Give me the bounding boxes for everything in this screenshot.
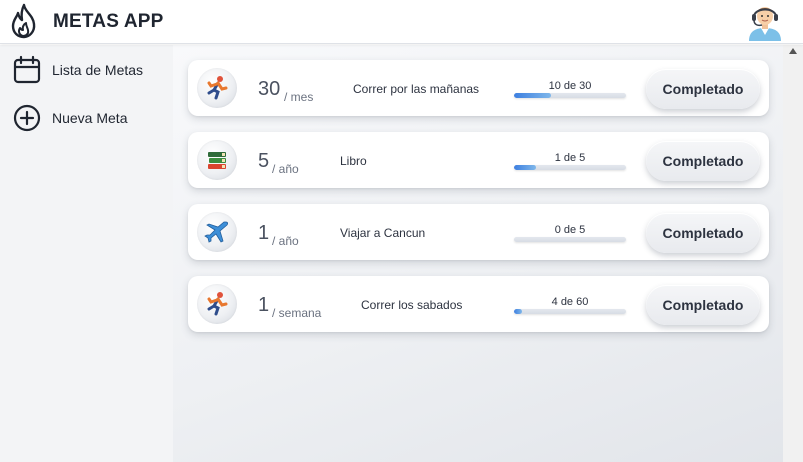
- goal-name: Correr los sabados: [361, 298, 463, 312]
- books-icon: [197, 140, 237, 180]
- support-agent-avatar[interactable]: [746, 1, 784, 41]
- goal-count: 1: [258, 294, 270, 316]
- goal-card: 30 / mes Correr por las mañanas 10 de 30…: [188, 60, 769, 116]
- app-title: METAS APP: [53, 11, 164, 32]
- app-header: METAS APP: [0, 0, 803, 44]
- progress-bar: [514, 309, 626, 314]
- completado-button[interactable]: Completado: [646, 285, 760, 325]
- goal-count: 1: [258, 222, 270, 244]
- scroll-up-arrow-icon[interactable]: [789, 48, 797, 54]
- progress-text: 0 de 5: [554, 224, 586, 236]
- progress-bar: [514, 93, 626, 98]
- plus-circle-icon: [13, 104, 41, 132]
- progress-fill: [514, 165, 537, 170]
- airplane-icon: [197, 212, 237, 252]
- goal-card: 1 / año Viajar a Cancun 0 de 5 Completad…: [188, 204, 769, 260]
- completado-button[interactable]: Completado: [646, 213, 760, 253]
- progress-text: 10 de 30: [548, 80, 592, 92]
- sidebar-item-label: Nueva Meta: [52, 110, 128, 126]
- progress-text: 1 de 5: [554, 152, 586, 164]
- progress-bar: [514, 165, 626, 170]
- progress-fill: [514, 93, 552, 98]
- goal-count: 30: [258, 78, 281, 100]
- calendar-icon: [13, 55, 41, 84]
- sidebar-item-label: Lista de Metas: [52, 62, 144, 78]
- sidebar-item-lista-de-metas[interactable]: Lista de Metas: [12, 54, 143, 86]
- goal-period: / semana: [272, 306, 322, 320]
- goal-period: / año: [272, 162, 299, 176]
- sidebar: Lista de Metas Nueva Meta: [0, 45, 173, 462]
- completado-button[interactable]: Completado: [646, 69, 760, 109]
- scrollbar[interactable]: [783, 45, 803, 462]
- goal-name: Correr por las mañanas: [353, 82, 480, 96]
- progress-fill: [514, 309, 522, 314]
- goal-name: Viajar a Cancun: [340, 226, 426, 240]
- goal-name: Libro: [340, 154, 367, 168]
- sidebar-item-nueva-meta[interactable]: Nueva Meta: [12, 102, 127, 134]
- goal-card: 5 / año Libro 1 de 5 Completado: [188, 132, 769, 188]
- goal-period: / mes: [284, 90, 314, 104]
- flame-icon[interactable]: [8, 3, 40, 39]
- completado-button[interactable]: Completado: [646, 141, 760, 181]
- goal-card: 1 / semana Correr los sabados 4 de 60 Co…: [188, 276, 769, 332]
- runner-icon: [197, 284, 237, 324]
- runner-icon: [197, 68, 237, 108]
- goal-period: / año: [272, 234, 299, 248]
- progress-bar: [514, 237, 626, 242]
- progress-text: 4 de 60: [551, 296, 589, 308]
- goal-count: 5: [258, 150, 270, 172]
